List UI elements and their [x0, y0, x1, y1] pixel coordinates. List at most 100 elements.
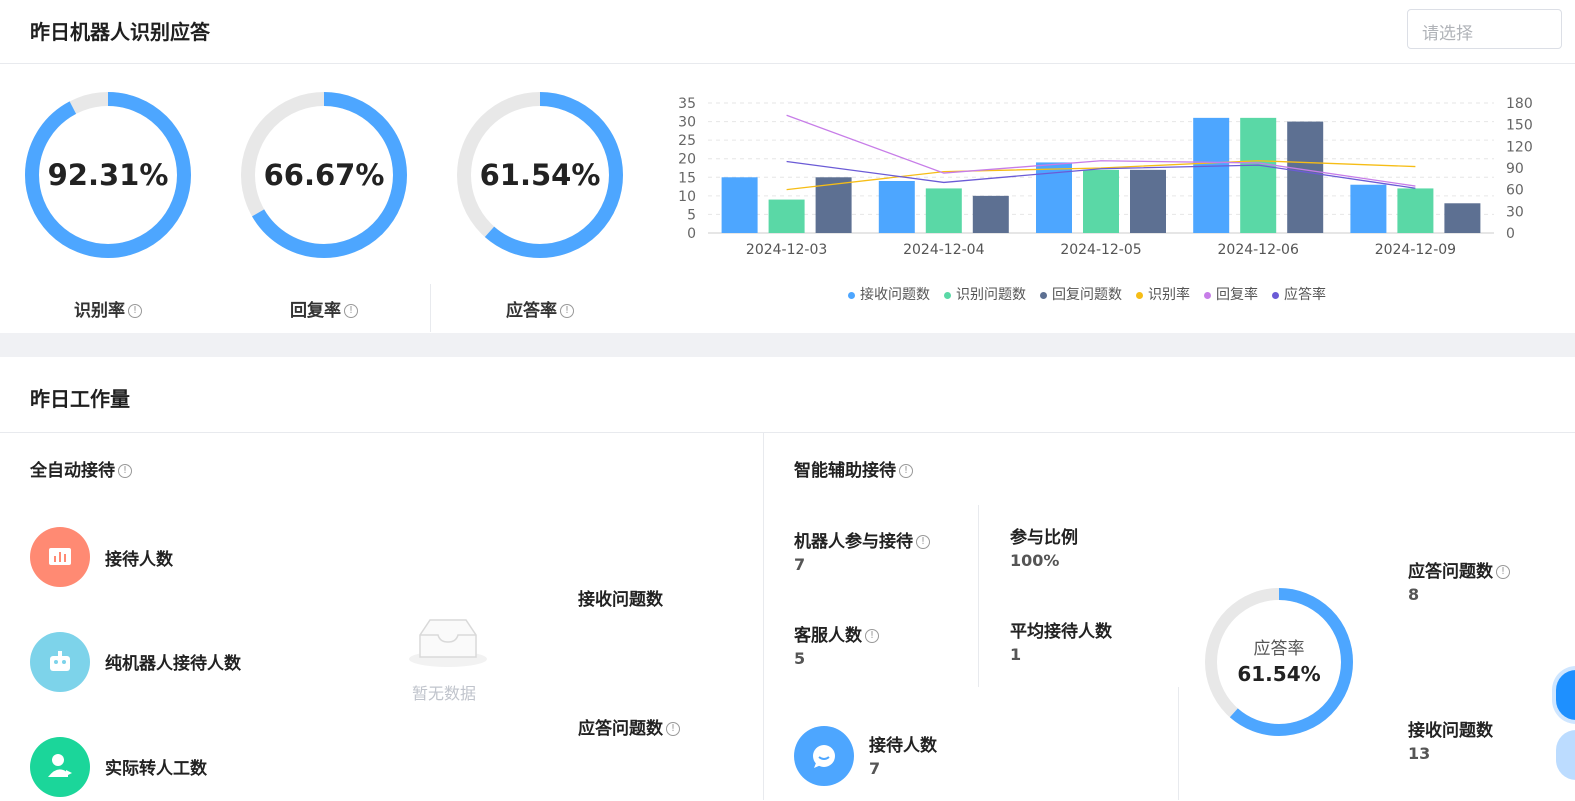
answer-rate-ring: 61.54%	[455, 90, 625, 260]
auto-reception-title: 全自动接待!	[30, 456, 132, 481]
legend-label: 识别问题数	[956, 287, 1026, 303]
bar	[1444, 203, 1481, 233]
section-gap	[0, 333, 1575, 357]
received-questions-label: 接收问题数	[578, 590, 663, 610]
chat-bubble-icon	[794, 726, 854, 786]
robot-recognition-section: 昨日机器人识别应答 请选择 92.31% 识别率! 66.67% 回复率! 61…	[0, 0, 1575, 333]
bar	[1350, 184, 1387, 233]
reply-rate-ring: 66.67%	[239, 90, 409, 260]
bar	[1397, 188, 1434, 233]
assist-reception-value: 7	[869, 759, 881, 778]
transfer-count-label: 实际转人工数	[105, 759, 207, 779]
reception-count-label: 接待人数	[105, 550, 173, 570]
info-icon[interactable]: !	[916, 535, 930, 549]
y-left-tick-label: 5	[687, 207, 696, 223]
bar	[721, 177, 758, 233]
legend-dot	[944, 291, 951, 299]
info-icon[interactable]: !	[560, 304, 574, 318]
robot-join-label: 机器人参与接待!	[794, 527, 930, 552]
answered-questions-label: 应答问题数!	[578, 714, 680, 739]
y-right-tick-label: 180	[1506, 96, 1532, 112]
x-tick-label: 2024-12-06	[1218, 242, 1299, 258]
legend-label: 回复问题数	[1052, 287, 1122, 303]
floating-secondary-button[interactable]	[1556, 730, 1575, 780]
ring-value: 66.67%	[263, 158, 385, 192]
assist-answered-text: 应答问题数	[1408, 562, 1493, 582]
assist-answered-label: 应答问题数!	[1408, 557, 1510, 582]
ring-label: 回复率!	[239, 296, 409, 321]
agent-count-value: 5	[794, 649, 806, 668]
avg-reception-label: 平均接待人数	[1010, 622, 1112, 642]
ring-value: 61.54%	[1237, 662, 1321, 686]
info-icon[interactable]: !	[344, 304, 358, 318]
assist-title-text: 智能辅助接待	[794, 461, 896, 481]
agent-count-text: 客服人数	[794, 626, 862, 646]
legend-dot	[1040, 291, 1047, 299]
ring-label-text: 识别率	[74, 301, 125, 321]
column-divider	[763, 433, 764, 800]
assist-answered-value: 8	[1408, 585, 1420, 604]
robot-only-count-label: 纯机器人接待人数	[105, 654, 241, 674]
robot-join-value: 7	[794, 555, 806, 574]
y-left-tick-label: 20	[678, 152, 696, 168]
bar	[1240, 117, 1277, 233]
legend-label: 回复率	[1216, 287, 1258, 303]
ring-caption: 应答率	[1253, 639, 1305, 659]
bar	[1083, 169, 1119, 233]
assist-reception-title: 智能辅助接待!	[794, 456, 913, 481]
chart-icon	[30, 527, 90, 587]
divider	[1178, 687, 1179, 800]
info-icon[interactable]: !	[118, 464, 132, 478]
y-left-tick-label: 0	[687, 226, 696, 242]
bar	[925, 188, 962, 233]
info-icon[interactable]: !	[865, 629, 879, 643]
info-icon[interactable]: !	[666, 722, 680, 736]
y-right-tick-label: 120	[1506, 139, 1532, 155]
legend-label: 应答率	[1284, 287, 1326, 303]
bar	[1287, 121, 1324, 233]
y-left-tick-label: 15	[678, 170, 696, 186]
bar	[878, 181, 915, 233]
y-left-tick-label: 30	[678, 115, 696, 131]
robot-join-text: 机器人参与接待	[794, 532, 913, 552]
x-tick-label: 2024-12-05	[1060, 242, 1141, 258]
y-left-tick-label: 25	[678, 133, 696, 149]
x-tick-label: 2024-12-09	[1375, 242, 1456, 258]
legend-item[interactable]: 识别问题数	[944, 284, 1026, 304]
empty-text: 暂无数据	[412, 684, 477, 703]
legend-item[interactable]: 识别率	[1136, 284, 1190, 304]
bar	[768, 199, 805, 233]
legend-item[interactable]: 接收问题数	[848, 284, 930, 304]
robot-icon	[30, 632, 90, 692]
divider	[430, 284, 431, 332]
bar	[1193, 117, 1230, 233]
ring-label-text: 应答率	[506, 301, 557, 321]
info-icon[interactable]: !	[899, 464, 913, 478]
assist-answer-ring: 应答率 61.54%	[1203, 586, 1355, 738]
divider	[978, 505, 979, 687]
auto-title-text: 全自动接待	[30, 461, 115, 481]
agent-count-label: 客服人数!	[794, 621, 879, 646]
y-right-tick-label: 90	[1506, 161, 1524, 177]
y-right-tick-label: 0	[1506, 226, 1515, 242]
recognition-rate-ring: 92.31%	[23, 90, 193, 260]
legend-label: 接收问题数	[860, 287, 930, 303]
workload-section: 昨日工作量 全自动接待! 接待人数 纯机器人接待人数 实际转人工数 暂无数据 接…	[0, 357, 1575, 800]
legend-item[interactable]: 应答率	[1272, 284, 1326, 304]
legend-item[interactable]: 回复问题数	[1040, 284, 1122, 304]
floating-help-button[interactable]	[1556, 670, 1575, 720]
x-tick-label: 2024-12-04	[903, 242, 984, 258]
combo-chart: 0 5 10 15 20 25 30 35 0 30 60 90 120 150 180 2024-12-03…	[678, 96, 1532, 258]
assist-received-label: 接收问题数	[1408, 721, 1493, 741]
legend-item[interactable]: 回复率	[1204, 284, 1258, 304]
ratio-label: 参与比例	[1010, 528, 1078, 548]
legend-dot	[1136, 291, 1143, 299]
y-left-tick-label: 10	[678, 189, 696, 205]
section-title: 昨日机器人识别应答	[30, 20, 210, 44]
ring-label-text: 回复率	[290, 301, 341, 321]
info-icon[interactable]: !	[128, 304, 142, 318]
ring-label: 识别率!	[23, 296, 193, 321]
date-select[interactable]: 请选择	[1407, 9, 1562, 49]
x-tick-label: 2024-12-03	[746, 242, 827, 258]
info-icon[interactable]: !	[1496, 565, 1510, 579]
